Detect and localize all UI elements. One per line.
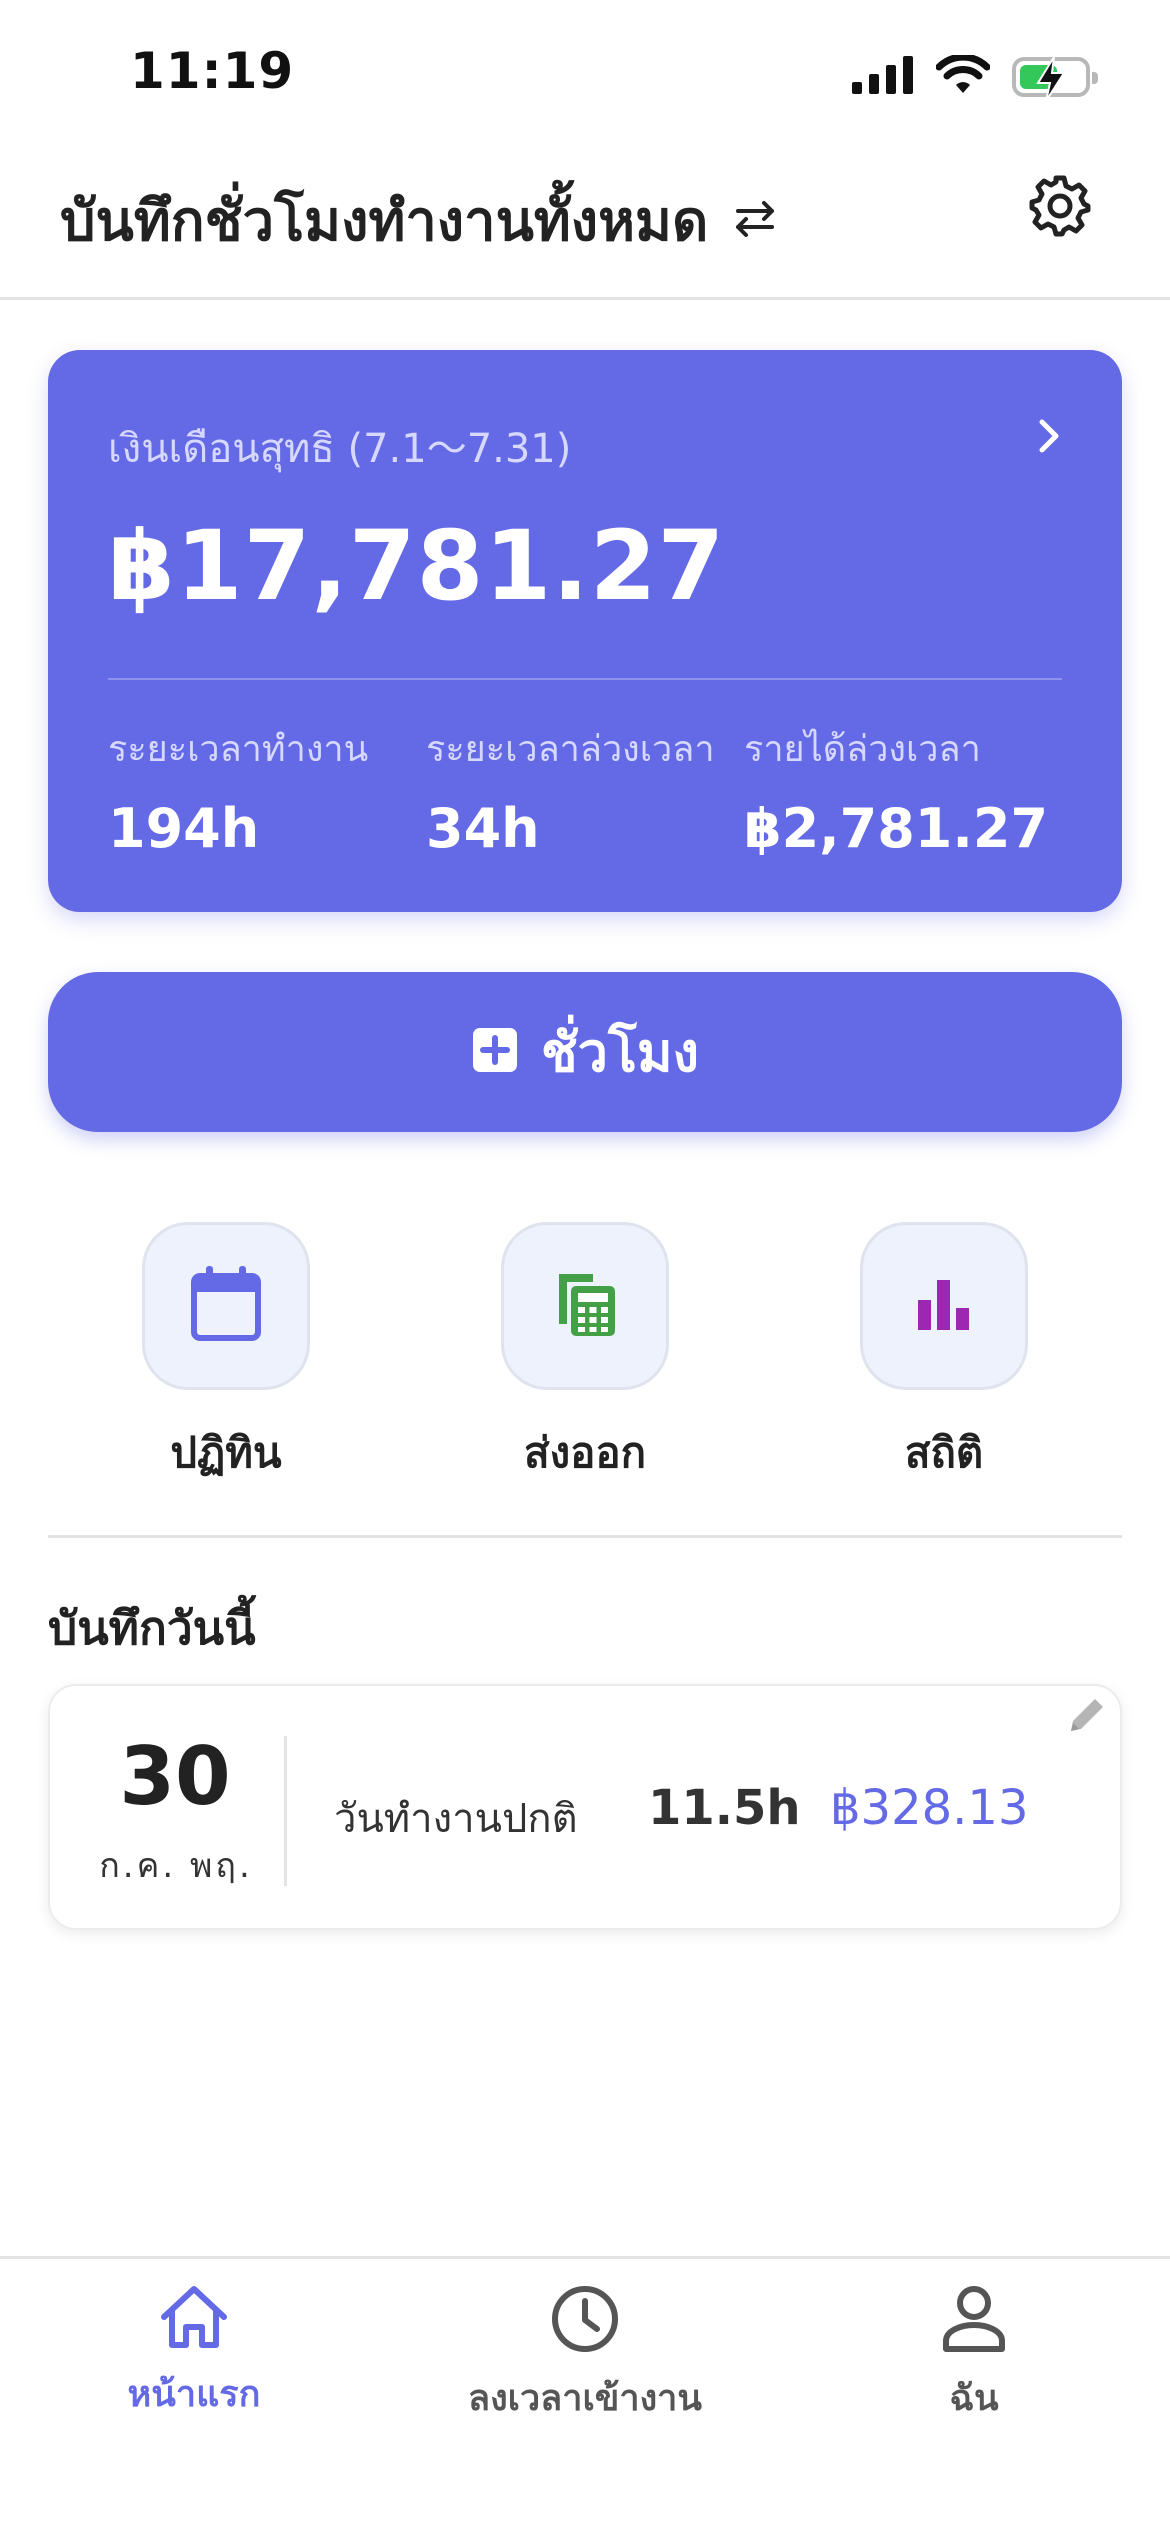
stat-work-duration: ระยะเวลาทำงาน 194h <box>108 720 368 860</box>
record-hours: 11.5h <box>648 1780 801 1836</box>
tab-me[interactable]: ฉัน <box>824 2283 1124 2426</box>
calendar-icon <box>188 1264 264 1348</box>
stat-label: ระยะเวลาล่วงเวลา <box>426 729 715 770</box>
tab-label: ลงเวลาเข้างาน <box>468 2378 702 2419</box>
status-time: 11:19 <box>130 42 295 100</box>
battery-charging-icon <box>1012 56 1098 102</box>
plus-square-icon <box>471 1026 519 1078</box>
bar-chart-icon <box>912 1272 976 1340</box>
stat-value: 194h <box>108 797 260 860</box>
quick-action-label: สถิติ <box>904 1428 984 1477</box>
quick-action-statistics[interactable]: สถิติ <box>794 1222 1094 1486</box>
record-type: วันทำงานปกติ <box>334 1796 578 1842</box>
net-salary-label: เงินเดือนสุทธิ (7.1～7.31) <box>108 426 572 472</box>
net-salary-card[interactable]: เงินเดือนสุทธิ (7.1～7.31) ฿17,781.27 ระย… <box>48 350 1122 912</box>
section-title-today: บันทึกวันนี้ <box>48 1601 256 1655</box>
record-month-weekday: ก.ค. พฤ. <box>99 1846 253 1886</box>
section-divider <box>48 1535 1122 1538</box>
stat-overtime-income: รายได้ล่วงเวลา ฿2,781.27 <box>744 720 1048 860</box>
settings-button[interactable] <box>1012 160 1108 256</box>
status-bar: 11:19 <box>0 0 1170 150</box>
stat-overtime-duration: ระยะเวลาล่วงเวลา 34h <box>426 720 715 860</box>
chevron-right-icon <box>1038 418 1062 458</box>
stat-value: 34h <box>426 797 540 860</box>
app-header: บันทึกชั่วโมงทำงานทั้งหมด <box>0 150 1170 300</box>
record-pay: ฿328.13 <box>830 1780 1029 1836</box>
clock-icon <box>549 2283 621 2359</box>
gear-icon <box>1028 174 1092 242</box>
pencil-icon <box>1065 1693 1109 1741</box>
add-hours-label: ชั่วโมง <box>541 1021 699 1084</box>
stat-label: ระยะเวลาทำงาน <box>108 729 369 770</box>
header-title-group[interactable]: บันทึกชั่วโมงทำงานทั้งหมด <box>60 176 780 265</box>
status-icons <box>852 53 1098 102</box>
signal-icon <box>852 56 914 98</box>
add-hours-button[interactable]: ชั่วโมง <box>48 972 1122 1132</box>
home-icon <box>158 2283 230 2355</box>
stat-value: ฿2,781.27 <box>744 797 1049 860</box>
spreadsheet-icon <box>549 1268 621 1344</box>
divider <box>108 678 1062 680</box>
today-record-card[interactable]: 30 ก.ค. พฤ. วันทำงานปกติ 11.5h ฿328.13 <box>48 1684 1122 1930</box>
quick-action-label: ส่งออก <box>523 1428 647 1477</box>
wifi-icon <box>935 53 991 99</box>
quick-action-tile[interactable] <box>142 1222 310 1390</box>
quick-action-tile[interactable] <box>501 1222 669 1390</box>
swap-arrows-icon[interactable] <box>730 199 780 243</box>
quick-action-calendar[interactable]: ปฏิทิน <box>76 1222 376 1486</box>
quick-action-label: ปฏิทิน <box>170 1428 282 1477</box>
record-divider <box>284 1736 287 1886</box>
tab-home[interactable]: หน้าแรก <box>44 2283 344 2422</box>
page-title: บันทึกชั่วโมงทำงานทั้งหมด <box>60 189 709 254</box>
stat-label: รายได้ล่วงเวลา <box>744 729 981 770</box>
tab-clock-in[interactable]: ลงเวลาเข้างาน <box>435 2283 735 2426</box>
tab-label: ฉัน <box>949 2378 999 2419</box>
bottom-tab-bar: หน้าแรก ลงเวลาเข้างาน ฉัน <box>0 2256 1170 2532</box>
quick-action-tile[interactable] <box>860 1222 1028 1390</box>
tab-label: หน้าแรก <box>127 2374 261 2415</box>
record-day: 30 <box>119 1730 231 1823</box>
person-icon <box>940 2283 1008 2359</box>
quick-action-export[interactable]: ส่งออก <box>435 1222 735 1486</box>
edit-record-button[interactable] <box>1062 1692 1112 1742</box>
net-salary-amount: ฿17,781.27 <box>108 510 726 622</box>
